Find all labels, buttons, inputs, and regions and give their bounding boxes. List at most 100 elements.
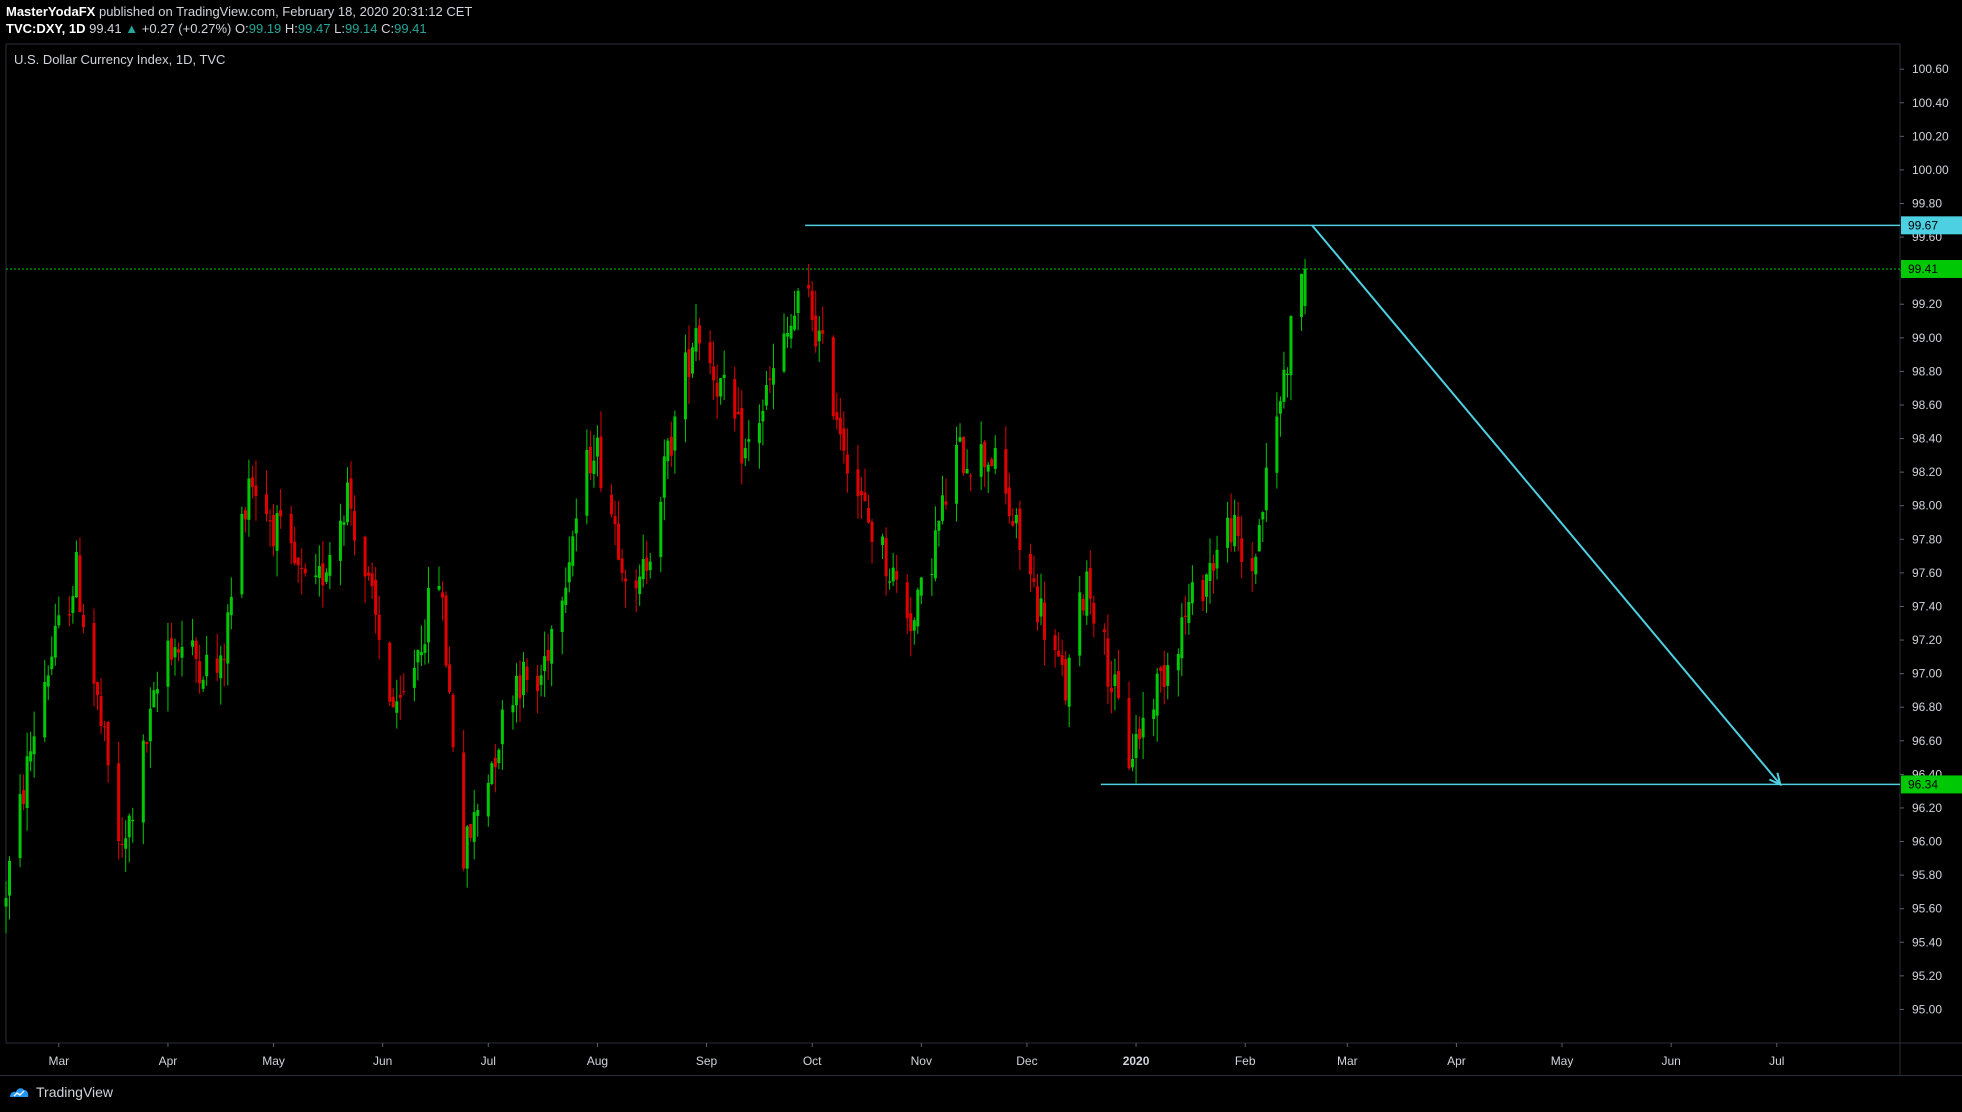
candle-up (638, 576, 642, 595)
candle-down (254, 485, 258, 496)
candle-down (1035, 586, 1039, 623)
candle-up (595, 437, 599, 457)
tradingview-brand[interactable]: TradingView (8, 1084, 113, 1100)
candle-up (940, 495, 944, 521)
candle-up (786, 333, 790, 337)
candle-up (881, 536, 885, 545)
candle-down (1162, 665, 1166, 687)
x-tick-label: Mar (48, 1054, 69, 1068)
candle-down (736, 412, 740, 415)
candle-up (240, 513, 244, 595)
price-chart[interactable]: U.S. Dollar Currency Index, 1D, TVC 100.… (0, 0, 1962, 1075)
candle-up (205, 654, 209, 677)
candle-up (648, 561, 652, 571)
candle-up (476, 809, 480, 816)
candle-up (74, 552, 78, 598)
candle-down (374, 579, 378, 616)
candle-down (1236, 516, 1240, 536)
time-axis[interactable]: Mar Apr May Jun Jul Aug Sep Oct Nov Dec 2020 Feb Mar… (48, 1043, 1784, 1068)
x-tick-label: Aug (587, 1054, 608, 1068)
y-tick-label: 100.00 (1912, 163, 1949, 177)
candle-up (817, 330, 821, 342)
candle-down (120, 844, 124, 846)
brand-label: TradingView (36, 1084, 114, 1100)
candle-down (1043, 602, 1047, 640)
candle-down (391, 696, 395, 708)
candle-up (201, 679, 205, 689)
projection-arrow-line[interactable] (1311, 224, 1782, 786)
y-tick-label: 98.80 (1912, 364, 1942, 378)
chart-title: U.S. Dollar Currency Index, 1D, TVC (14, 52, 225, 67)
candle-down (944, 501, 948, 505)
candle-up (550, 628, 554, 664)
candle-up (571, 536, 575, 566)
candle-up (793, 315, 797, 330)
x-tick-label: Apr (1447, 1054, 1466, 1068)
y-tick-label: 98.60 (1912, 398, 1942, 412)
candle-up (1085, 571, 1089, 616)
candle-down (1007, 487, 1011, 517)
candle-up (919, 577, 923, 596)
candle-up (564, 587, 568, 605)
candle-up (641, 559, 645, 580)
x-tick-label: May (1551, 1054, 1574, 1068)
candle-down (402, 691, 406, 693)
candle-down (78, 555, 82, 613)
x-tick-label: Nov (911, 1054, 932, 1068)
candle-down (909, 613, 913, 632)
candle-down (321, 563, 325, 586)
candle-up (666, 440, 670, 462)
candle-up (127, 815, 131, 838)
x-tick-label: Sep (696, 1054, 718, 1068)
candle-up (965, 468, 969, 474)
candle-up (124, 838, 128, 849)
candle-down (106, 721, 110, 766)
candle-down (1116, 671, 1120, 699)
candle-down (367, 572, 371, 576)
candle-up (4, 898, 8, 907)
price-axis[interactable]: 100.60100.40100.20100.0099.8099.6099.409… (1900, 62, 1949, 1016)
candle-up (1264, 467, 1268, 511)
candle-down (1032, 578, 1036, 582)
candle-up (747, 439, 751, 442)
candle-up (1300, 273, 1304, 317)
candle-down (613, 516, 617, 524)
y-tick-label: 98.40 (1912, 432, 1942, 446)
y-tick-label: 95.60 (1912, 902, 1942, 916)
candle-up (764, 385, 768, 406)
candle-down (624, 578, 628, 582)
candle-down (884, 537, 888, 577)
candle-down (289, 513, 293, 544)
candle-up (275, 513, 279, 551)
y-tick-label: 99.00 (1912, 331, 1942, 345)
candle-down (1159, 667, 1163, 672)
candle-up (539, 675, 543, 685)
candle-up (1134, 734, 1138, 759)
candle-up (500, 709, 504, 745)
candle-down (177, 649, 181, 653)
y-tick-label: 95.40 (1912, 935, 1942, 949)
candle-up (1257, 525, 1261, 552)
candle-down (768, 378, 772, 380)
y-tick-label: 99.80 (1912, 197, 1942, 211)
candle-up (958, 437, 962, 442)
candle-up (1155, 673, 1159, 716)
x-tick-label: Jul (481, 1054, 496, 1068)
candle-up (993, 447, 997, 469)
candle-up (173, 647, 177, 658)
candle-down (859, 491, 863, 495)
y-tick-label: 95.80 (1912, 868, 1942, 882)
candle-up (916, 589, 920, 627)
candle-up (25, 756, 29, 809)
candle-down (740, 408, 744, 464)
candle-down (1201, 579, 1205, 602)
candle-down (669, 436, 673, 456)
footer-bar: TradingView (0, 1075, 1962, 1112)
candle-down (863, 492, 867, 502)
candle-up (152, 690, 156, 708)
candle-up (1152, 709, 1156, 720)
candle-up (46, 675, 50, 687)
candle-down (1057, 650, 1061, 657)
candle-up (986, 464, 990, 472)
candle-down (715, 382, 719, 397)
